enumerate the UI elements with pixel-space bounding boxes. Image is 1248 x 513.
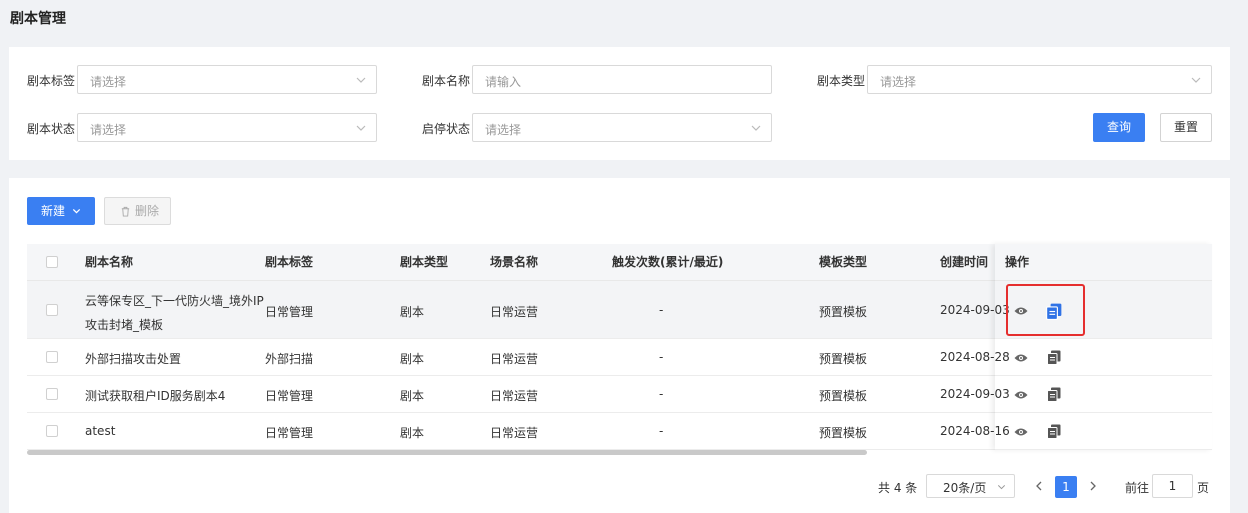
name-input[interactable]: 请输入 [472,65,772,94]
col-header-scene: 场景名称 [490,255,539,269]
goto-page-input[interactable]: 1 [1152,474,1193,498]
copy-icon[interactable] [1047,387,1061,402]
template-type: 预置模板 [819,352,868,366]
col-header-trigger: 触发次数(累计/最近) [612,255,724,269]
page-size-value: 20条/页 [943,481,987,495]
enable-select[interactable]: 请选择 [472,113,772,142]
table-header: 剧本名称 剧本标签 剧本类型 场景名称 触发次数(累计/最近) 模板类型 创建时… [27,244,1212,281]
playbook-name-continued[interactable]: 攻击封堵_模板 [85,316,163,333]
created-time: 2024-08-28 [940,350,1010,364]
playbook-type: 剧本 [400,426,425,440]
scene-name: 日常运营 [490,389,539,403]
trigger-count: - [659,350,664,364]
name-input-placeholder: 请输入 [485,75,522,89]
tag-filter-label: 剧本标签 [27,74,76,88]
trigger-count: - [659,424,664,438]
chevron-down-icon [997,485,1006,490]
chevron-down-icon [751,125,761,131]
reset-button[interactable]: 重置 [1160,113,1212,142]
next-page-button[interactable] [1082,476,1104,498]
copy-icon[interactable] [1047,424,1061,439]
eye-icon[interactable] [1014,390,1028,400]
table-row[interactable]: 外部扫描攻击处置 外部扫描 剧本 日常运营 - 预置模板 2024-08-28 [27,339,1212,376]
row-checkbox[interactable] [46,425,58,437]
created-time: 2024-08-16 [940,424,1010,438]
col-header-name: 剧本名称 [85,255,134,269]
created-time: 2024-09-03 [940,387,1010,401]
chevron-left-icon [1036,481,1042,491]
col-header-tag: 剧本标签 [265,255,314,269]
status-select[interactable]: 请选择 [77,113,377,142]
filter-panel: 剧本标签 请选择 剧本名称 请输入 剧本类型 请选择 剧本状态 请选择 启停状态… [9,47,1230,160]
eye-icon[interactable] [1014,353,1028,363]
playbook-name[interactable]: 外部扫描攻击处置 [85,350,181,367]
list-panel: 新建 删除 剧本名称 剧本标签 剧本类型 场景名称 触发次数(累计/最近) 模板… [9,178,1230,513]
playbook-type: 剧本 [400,352,425,366]
playbook-name[interactable]: 测试获取租户ID服务剧本4 [85,387,225,404]
playbook-name[interactable]: 云等保专区_下一代防火墙_境外IP [85,292,264,309]
page-number-current[interactable]: 1 [1055,476,1077,498]
eye-icon[interactable] [1014,427,1028,437]
trigger-count: - [659,387,664,401]
new-button[interactable]: 新建 [27,197,95,225]
scene-name: 日常运营 [490,305,539,319]
query-button[interactable]: 查询 [1093,113,1145,142]
playbook-tag: 日常管理 [265,426,314,440]
page-unit-label: 页 [1197,481,1210,495]
chevron-down-icon [1191,77,1201,83]
playbook-tag: 外部扫描 [265,352,314,366]
chevron-down-icon [72,208,81,214]
template-type: 预置模板 [819,389,868,403]
page-title: 剧本管理 [10,11,66,27]
select-all-checkbox[interactable] [46,256,58,268]
created-time: 2024-09-03 [940,303,1010,317]
trash-icon [121,206,130,217]
col-header-actions: 操作 [1005,255,1030,269]
col-header-template: 模板类型 [819,255,868,269]
delete-button-label: 删除 [135,204,160,218]
status-select-placeholder: 请选择 [90,123,127,137]
row-checkbox[interactable] [46,388,58,400]
copy-icon[interactable] [1047,350,1061,365]
scene-name: 日常运营 [490,352,539,366]
new-button-label: 新建 [41,204,66,218]
playbook-type: 剧本 [400,389,425,403]
type-select[interactable]: 请选择 [867,65,1212,94]
playbook-tag: 日常管理 [265,389,314,403]
template-type: 预置模板 [819,305,868,319]
status-filter-label: 剧本状态 [27,122,76,136]
prev-page-button[interactable] [1028,476,1050,498]
type-select-placeholder: 请选择 [880,75,917,89]
col-header-created: 创建时间 [940,255,989,269]
delete-button[interactable]: 删除 [104,197,171,225]
playbook-type: 剧本 [400,305,425,319]
tag-select-placeholder: 请选择 [90,75,127,89]
type-filter-label: 剧本类型 [817,74,866,88]
chevron-right-icon [1090,481,1096,491]
col-header-type: 剧本类型 [400,255,449,269]
enable-filter-label: 启停状态 [422,122,471,136]
row-checkbox[interactable] [46,304,58,316]
playbook-name[interactable]: atest [85,424,115,438]
table-row[interactable]: 测试获取租户ID服务剧本4 日常管理 剧本 日常运营 - 预置模板 2024-0… [27,376,1212,413]
horizontal-scrollbar[interactable] [27,450,867,455]
goto-label: 前往 [1125,481,1150,495]
chevron-down-icon [356,125,366,131]
chevron-down-icon [356,77,366,83]
name-filter-label: 剧本名称 [422,74,471,88]
playbook-tag: 日常管理 [265,305,314,319]
trigger-count: - [659,303,664,317]
tag-select[interactable]: 请选择 [77,65,377,94]
scene-name: 日常运营 [490,426,539,440]
row-checkbox[interactable] [46,351,58,363]
table-row[interactable]: atest 日常管理 剧本 日常运营 - 预置模板 2024-08-16 [27,413,1212,450]
total-count: 共 4 条 [878,481,918,495]
enable-select-placeholder: 请选择 [485,123,522,137]
highlight-box [1006,284,1085,336]
template-type: 预置模板 [819,426,868,440]
page-size-select[interactable]: 20条/页 [926,474,1015,498]
